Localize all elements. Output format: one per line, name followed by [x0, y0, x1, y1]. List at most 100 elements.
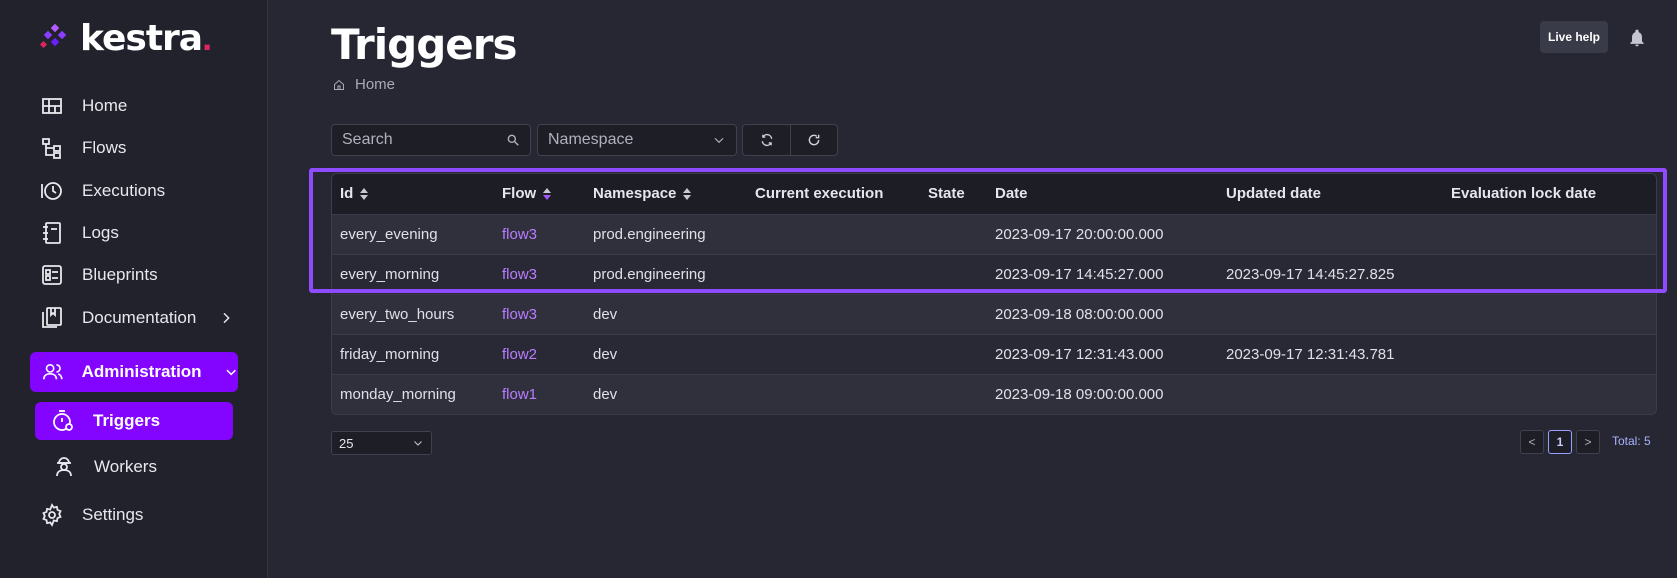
- cell-evaluation-lock-date: [1443, 214, 1656, 254]
- brand-dot: .: [202, 17, 213, 58]
- cell-namespace: dev: [593, 305, 618, 323]
- sidebar-item-label: Documentation: [82, 308, 197, 327]
- executions-history-icon: [41, 182, 62, 200]
- cell-id: every_evening: [340, 225, 438, 243]
- cell-evaluation-lock-date: [1443, 294, 1656, 334]
- cell-state: [920, 334, 987, 374]
- cell-updated-date: 2023-09-17 12:31:43.781: [1226, 345, 1395, 363]
- column-header-flow[interactable]: Flow: [494, 174, 585, 214]
- prev-page-button[interactable]: <: [1520, 430, 1544, 454]
- refresh-icon: [808, 134, 820, 146]
- table-row: every_two_hours flow3 dev 2023-09-18 08:…: [332, 294, 1656, 334]
- flow-link[interactable]: flow1: [502, 386, 537, 403]
- sidebar-item-blueprints[interactable]: Blueprints: [40, 255, 158, 295]
- column-header-current-execution: Current execution: [755, 185, 884, 203]
- search-icon[interactable]: [506, 133, 520, 147]
- page-number-button[interactable]: 1: [1548, 430, 1572, 454]
- home-grid-icon: [42, 98, 62, 114]
- documentation-book-icon: [42, 307, 62, 328]
- sidebar-item-label: Administration: [81, 362, 202, 381]
- sidebar: kestra. Home Flows Executions Logs Bluep…: [0, 0, 268, 578]
- column-header-namespace[interactable]: Namespace: [585, 174, 747, 214]
- sidebar-item-workers[interactable]: Workers: [52, 447, 157, 487]
- table-row: every_morning flow3 prod.engineering 202…: [332, 254, 1656, 294]
- sidebar-item-label: Workers: [94, 457, 157, 476]
- sidebar-item-documentation[interactable]: Documentation: [40, 298, 234, 338]
- auto-refresh-button[interactable]: [743, 125, 790, 155]
- cell-current-execution: [747, 334, 920, 374]
- cell-date: 2023-09-17 20:00:00.000: [995, 225, 1164, 243]
- kestra-logo[interactable]: kestra.: [40, 16, 212, 60]
- kestra-logo-icon: [40, 23, 67, 49]
- cell-date: 2023-09-17 14:45:27.000: [995, 265, 1164, 283]
- triggers-table: Id Flow Namespace Current execution Stat…: [331, 173, 1657, 415]
- cell-state: [920, 294, 987, 334]
- cell-date: 2023-09-17 12:31:43.000: [995, 345, 1164, 363]
- sort-ascending-icon: [543, 188, 552, 201]
- flow-link[interactable]: flow3: [502, 306, 537, 323]
- table-row: monday_morning flow1 dev 2023-09-18 09:0…: [332, 374, 1656, 414]
- flow-link[interactable]: flow3: [502, 226, 537, 243]
- cell-id: every_two_hours: [340, 305, 455, 323]
- cell-evaluation-lock-date: [1443, 374, 1656, 414]
- sidebar-item-administration[interactable]: Administration: [30, 352, 238, 392]
- flow-link[interactable]: flow2: [502, 346, 537, 363]
- sidebar-item-flows[interactable]: Flows: [40, 128, 126, 168]
- cell-current-execution: [747, 214, 920, 254]
- cell-namespace: prod.engineering: [593, 225, 706, 243]
- sidebar-item-label: Triggers: [93, 411, 161, 430]
- column-header-state: State: [928, 185, 965, 203]
- triggers-timer-icon: [53, 410, 73, 431]
- column-header-date: Date: [995, 185, 1028, 203]
- sidebar-item-label: Home: [82, 96, 128, 115]
- notifications-bell-icon[interactable]: [1627, 27, 1647, 49]
- blueprints-icon: [42, 265, 62, 285]
- chevron-down-icon: [414, 441, 422, 446]
- table-header-row: Id Flow Namespace Current execution Stat…: [332, 174, 1656, 214]
- pagination: < 1 >: [1520, 430, 1600, 454]
- cell-state: [920, 214, 987, 254]
- sidebar-item-executions[interactable]: Executions: [40, 171, 165, 211]
- cell-updated-date: [1218, 294, 1443, 334]
- refresh-button-group: [742, 124, 838, 156]
- cell-namespace: dev: [593, 385, 618, 403]
- cell-updated-date: 2023-09-17 14:45:27.825: [1226, 265, 1395, 283]
- next-page-button[interactable]: >: [1576, 430, 1600, 454]
- cell-current-execution: [747, 294, 920, 334]
- search-input[interactable]: [342, 131, 502, 149]
- sidebar-item-settings[interactable]: Settings: [40, 495, 143, 535]
- cell-state: [920, 374, 987, 414]
- cell-current-execution: [747, 254, 920, 294]
- sort-icon: [683, 188, 692, 201]
- sidebar-item-home[interactable]: Home: [40, 86, 127, 126]
- sidebar-item-logs[interactable]: Logs: [40, 213, 119, 253]
- sort-icon: [360, 188, 369, 201]
- live-help-button[interactable]: Live help: [1540, 21, 1609, 53]
- column-header-evaluation-lock-date: Evaluation lock date: [1451, 185, 1597, 203]
- sidebar-item-label: Blueprints: [82, 265, 158, 284]
- cell-updated-date: [1218, 374, 1443, 414]
- flow-link[interactable]: flow3: [502, 266, 537, 283]
- cell-namespace: prod.engineering: [593, 265, 706, 283]
- administration-users-icon: [42, 363, 63, 380]
- cell-id: monday_morning: [340, 385, 456, 403]
- namespace-select[interactable]: Namespace: [537, 124, 737, 156]
- table-row: every_evening flow3 prod.engineering 202…: [332, 214, 1656, 254]
- column-header-id[interactable]: Id: [332, 174, 494, 214]
- sidebar-item-label: Flows: [82, 138, 127, 157]
- cell-evaluation-lock-date: [1443, 254, 1656, 294]
- refresh-button[interactable]: [790, 125, 837, 155]
- total-count: Total: 5: [1612, 434, 1651, 448]
- cell-id: friday_morning: [340, 345, 440, 363]
- namespace-select-placeholder: Namespace: [548, 131, 634, 148]
- cell-id: every_morning: [340, 265, 440, 283]
- sidebar-item-label: Executions: [82, 181, 166, 200]
- page-size-select[interactable]: 25: [331, 431, 432, 455]
- chevron-right-icon: [223, 312, 231, 324]
- chevron-down-icon: [226, 369, 236, 376]
- table-row: friday_morning flow2 dev 2023-09-17 12:3…: [332, 334, 1656, 374]
- column-header-updated-date: Updated date: [1226, 185, 1322, 203]
- settings-gear-icon: [42, 503, 62, 527]
- sidebar-item-triggers[interactable]: Triggers: [35, 402, 233, 440]
- breadcrumb-home-link[interactable]: Home: [355, 76, 395, 93]
